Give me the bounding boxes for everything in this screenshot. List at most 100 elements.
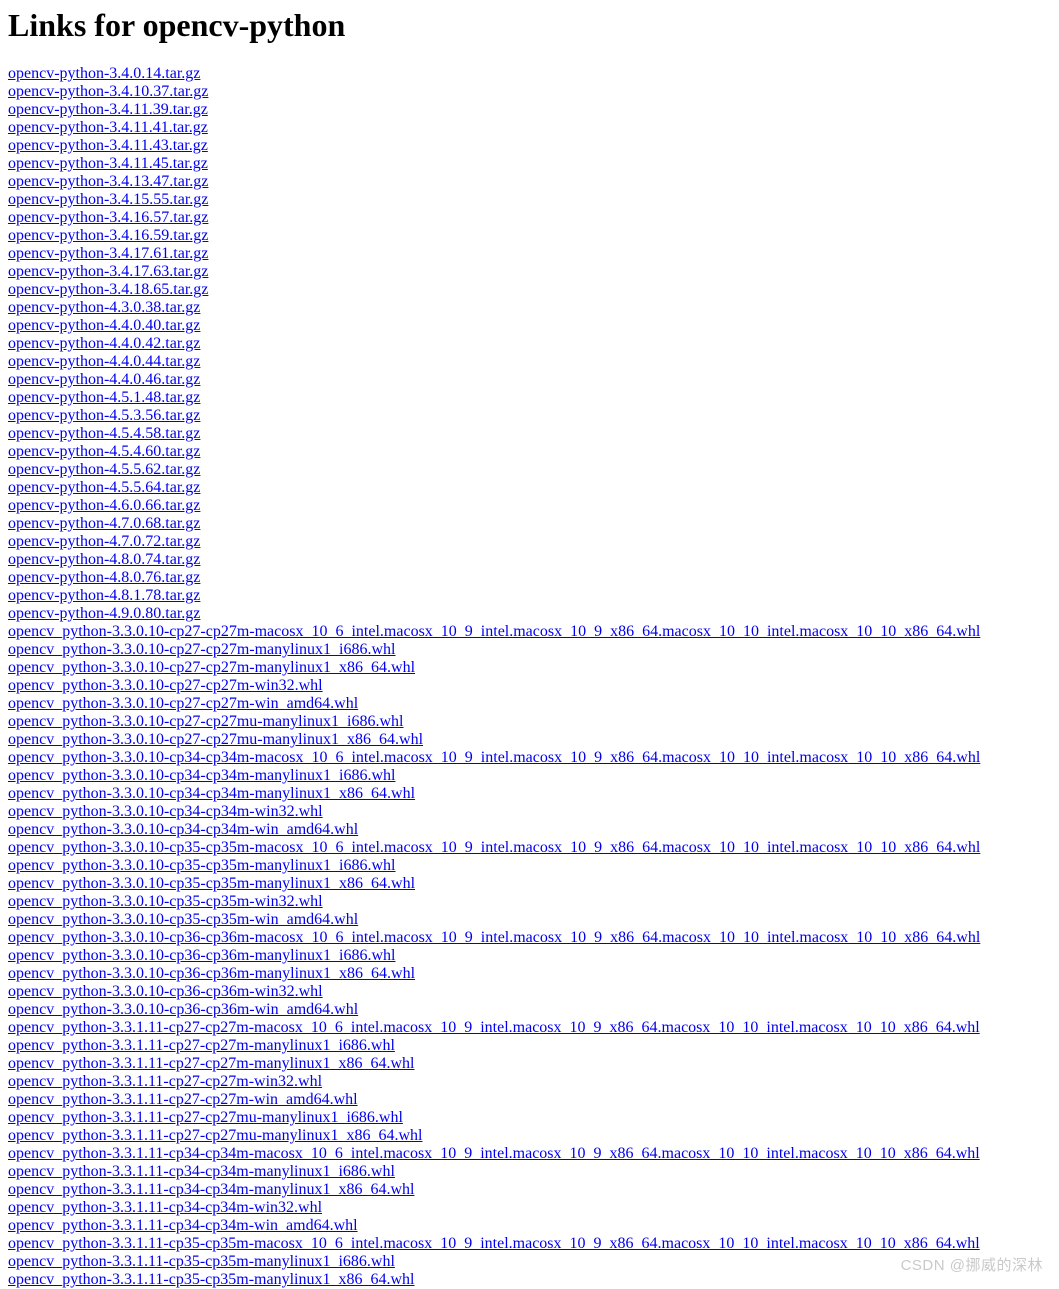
list-item: opencv-python-3.4.17.61.tar.gz	[8, 245, 1051, 263]
package-link[interactable]: opencv-python-3.4.0.14.tar.gz	[8, 65, 200, 82]
package-link[interactable]: opencv_python-3.3.1.11-cp34-cp34m-manyli…	[8, 1181, 414, 1198]
package-link[interactable]: opencv_python-3.3.0.10-cp35-cp35m-win32.…	[8, 893, 323, 910]
package-link[interactable]: opencv_python-3.3.0.10-cp36-cp36m-win_am…	[8, 1001, 358, 1018]
package-link[interactable]: opencv_python-3.3.1.11-cp34-cp34m-win32.…	[8, 1199, 322, 1216]
package-link[interactable]: opencv_python-3.3.0.10-cp27-cp27mu-manyl…	[8, 731, 423, 748]
package-link[interactable]: opencv_python-3.3.0.10-cp27-cp27m-manyli…	[8, 641, 396, 658]
package-link[interactable]: opencv_python-3.3.1.11-cp27-cp27m-manyli…	[8, 1037, 395, 1054]
package-link[interactable]: opencv_python-3.3.0.10-cp27-cp27mu-manyl…	[8, 713, 404, 730]
package-link[interactable]: opencv_python-3.3.0.10-cp35-cp35m-manyli…	[8, 857, 396, 874]
list-item: opencv_python-3.3.1.11-cp27-cp27mu-manyl…	[8, 1127, 1051, 1145]
package-link[interactable]: opencv_python-3.3.1.11-cp27-cp27m-manyli…	[8, 1055, 414, 1072]
package-link[interactable]: opencv_python-3.3.0.10-cp27-cp27m-macosx…	[8, 623, 980, 640]
package-link[interactable]: opencv_python-3.3.0.10-cp27-cp27m-manyli…	[8, 659, 415, 676]
package-link[interactable]: opencv-python-3.4.17.61.tar.gz	[8, 245, 208, 262]
package-link[interactable]: opencv_python-3.3.0.10-cp36-cp36m-macosx…	[8, 929, 980, 946]
list-item: opencv_python-3.3.1.11-cp35-cp35m-manyli…	[8, 1253, 1051, 1271]
list-item: opencv_python-3.3.1.11-cp27-cp27m-win32.…	[8, 1073, 1051, 1091]
package-link[interactable]: opencv-python-4.4.0.42.tar.gz	[8, 335, 200, 352]
list-item: opencv-python-4.6.0.66.tar.gz	[8, 497, 1051, 515]
package-link[interactable]: opencv-python-4.5.1.48.tar.gz	[8, 389, 200, 406]
package-link[interactable]: opencv_python-3.3.1.11-cp27-cp27m-win_am…	[8, 1091, 358, 1108]
package-link[interactable]: opencv-python-4.5.5.62.tar.gz	[8, 461, 200, 478]
package-link[interactable]: opencv_python-3.3.0.10-cp35-cp35m-win_am…	[8, 911, 358, 928]
list-item: opencv_python-3.3.1.11-cp27-cp27m-manyli…	[8, 1055, 1051, 1073]
list-item: opencv-python-3.4.11.41.tar.gz	[8, 119, 1051, 137]
package-link[interactable]: opencv-python-4.5.4.60.tar.gz	[8, 443, 200, 460]
package-link[interactable]: opencv-python-4.6.0.66.tar.gz	[8, 497, 200, 514]
package-link[interactable]: opencv_python-3.3.1.11-cp27-cp27m-macosx…	[8, 1019, 980, 1036]
package-link[interactable]: opencv_python-3.3.0.10-cp36-cp36m-manyli…	[8, 947, 396, 964]
list-item: opencv_python-3.3.0.10-cp34-cp34m-win32.…	[8, 803, 1051, 821]
package-link[interactable]: opencv-python-4.4.0.40.tar.gz	[8, 317, 200, 334]
package-link[interactable]: opencv_python-3.3.1.11-cp27-cp27mu-manyl…	[8, 1109, 403, 1126]
list-item: opencv-python-3.4.15.55.tar.gz	[8, 191, 1051, 209]
package-link[interactable]: opencv_python-3.3.1.11-cp27-cp27mu-manyl…	[8, 1127, 422, 1144]
list-item: opencv-python-3.4.17.63.tar.gz	[8, 263, 1051, 281]
package-link[interactable]: opencv_python-3.3.1.11-cp34-cp34m-manyli…	[8, 1163, 395, 1180]
page-body: Links for opencv-python opencv-python-3.…	[0, 0, 1059, 1289]
package-link[interactable]: opencv_python-3.3.1.11-cp35-cp35m-manyli…	[8, 1253, 395, 1270]
package-link[interactable]: opencv-python-4.5.4.58.tar.gz	[8, 425, 200, 442]
package-link[interactable]: opencv-python-4.3.0.38.tar.gz	[8, 299, 200, 316]
package-link[interactable]: opencv_python-3.3.0.10-cp27-cp27m-win_am…	[8, 695, 358, 712]
package-link[interactable]: opencv_python-3.3.0.10-cp27-cp27m-win32.…	[8, 677, 323, 694]
list-item: opencv_python-3.3.1.11-cp27-cp27m-manyli…	[8, 1037, 1051, 1055]
list-item: opencv_python-3.3.0.10-cp36-cp36m-manyli…	[8, 947, 1051, 965]
list-item: opencv-python-4.5.5.64.tar.gz	[8, 479, 1051, 497]
package-link[interactable]: opencv-python-4.4.0.46.tar.gz	[8, 371, 200, 388]
list-item: opencv_python-3.3.0.10-cp36-cp36m-manyli…	[8, 965, 1051, 983]
package-link[interactable]: opencv_python-3.3.0.10-cp35-cp35m-macosx…	[8, 839, 980, 856]
list-item: opencv_python-3.3.0.10-cp36-cp36m-win_am…	[8, 1001, 1051, 1019]
package-link[interactable]: opencv-python-3.4.15.55.tar.gz	[8, 191, 208, 208]
package-link[interactable]: opencv-python-4.4.0.44.tar.gz	[8, 353, 200, 370]
list-item: opencv_python-3.3.0.10-cp27-cp27mu-manyl…	[8, 713, 1051, 731]
package-link[interactable]: opencv_python-3.3.0.10-cp34-cp34m-manyli…	[8, 785, 415, 802]
list-item: opencv-python-4.4.0.44.tar.gz	[8, 353, 1051, 371]
package-link[interactable]: opencv-python-4.8.1.78.tar.gz	[8, 587, 200, 604]
list-item: opencv_python-3.3.1.11-cp34-cp34m-win32.…	[8, 1199, 1051, 1217]
list-item: opencv_python-3.3.1.11-cp35-cp35m-macosx…	[8, 1235, 1051, 1253]
package-link[interactable]: opencv_python-3.3.1.11-cp35-cp35m-manyli…	[8, 1271, 414, 1288]
list-item: opencv_python-3.3.1.11-cp35-cp35m-manyli…	[8, 1271, 1051, 1289]
package-link[interactable]: opencv-python-3.4.11.43.tar.gz	[8, 137, 208, 154]
package-link[interactable]: opencv-python-4.5.3.56.tar.gz	[8, 407, 200, 424]
package-link[interactable]: opencv-python-3.4.16.59.tar.gz	[8, 227, 208, 244]
list-item: opencv_python-3.3.0.10-cp34-cp34m-manyli…	[8, 767, 1051, 785]
list-item: opencv-python-4.4.0.46.tar.gz	[8, 371, 1051, 389]
list-item: opencv-python-3.4.11.45.tar.gz	[8, 155, 1051, 173]
package-link[interactable]: opencv-python-4.9.0.80.tar.gz	[8, 605, 200, 622]
package-link[interactable]: opencv_python-3.3.0.10-cp34-cp34m-manyli…	[8, 767, 396, 784]
package-link[interactable]: opencv_python-3.3.1.11-cp34-cp34m-macosx…	[8, 1145, 980, 1162]
list-item: opencv_python-3.3.0.10-cp27-cp27m-win32.…	[8, 677, 1051, 695]
package-link[interactable]: opencv-python-4.8.0.74.tar.gz	[8, 551, 200, 568]
package-link[interactable]: opencv-python-3.4.11.39.tar.gz	[8, 101, 208, 118]
package-link[interactable]: opencv-python-3.4.11.45.tar.gz	[8, 155, 208, 172]
package-link[interactable]: opencv_python-3.3.0.10-cp35-cp35m-manyli…	[8, 875, 415, 892]
list-item: opencv_python-3.3.0.10-cp34-cp34m-macosx…	[8, 749, 1051, 767]
list-item: opencv_python-3.3.0.10-cp35-cp35m-win32.…	[8, 893, 1051, 911]
package-link[interactable]: opencv-python-3.4.18.65.tar.gz	[8, 281, 208, 298]
package-link[interactable]: opencv-python-3.4.11.41.tar.gz	[8, 119, 208, 136]
package-link[interactable]: opencv-python-4.7.0.68.tar.gz	[8, 515, 200, 532]
package-link[interactable]: opencv_python-3.3.1.11-cp27-cp27m-win32.…	[8, 1073, 322, 1090]
package-link[interactable]: opencv-python-4.8.0.76.tar.gz	[8, 569, 200, 586]
package-link[interactable]: opencv-python-3.4.16.57.tar.gz	[8, 209, 208, 226]
package-link[interactable]: opencv_python-3.3.1.11-cp34-cp34m-win_am…	[8, 1217, 358, 1234]
package-link[interactable]: opencv-python-3.4.10.37.tar.gz	[8, 83, 208, 100]
list-item: opencv_python-3.3.0.10-cp27-cp27m-win_am…	[8, 695, 1051, 713]
package-link[interactable]: opencv-python-4.5.5.64.tar.gz	[8, 479, 200, 496]
package-link[interactable]: opencv_python-3.3.0.10-cp36-cp36m-win32.…	[8, 983, 323, 1000]
package-link[interactable]: opencv-python-3.4.13.47.tar.gz	[8, 173, 208, 190]
package-link[interactable]: opencv_python-3.3.1.11-cp35-cp35m-macosx…	[8, 1235, 980, 1252]
page-title: Links for opencv-python	[8, 7, 346, 43]
package-link[interactable]: opencv_python-3.3.0.10-cp34-cp34m-win_am…	[8, 821, 358, 838]
package-link[interactable]: opencv-python-3.4.17.63.tar.gz	[8, 263, 208, 280]
package-link[interactable]: opencv_python-3.3.0.10-cp36-cp36m-manyli…	[8, 965, 415, 982]
list-item: opencv_python-3.3.1.11-cp34-cp34m-manyli…	[8, 1181, 1051, 1199]
package-link[interactable]: opencv-python-4.7.0.72.tar.gz	[8, 533, 200, 550]
package-link[interactable]: opencv_python-3.3.0.10-cp34-cp34m-macosx…	[8, 749, 980, 766]
list-item: opencv-python-4.5.1.48.tar.gz	[8, 389, 1051, 407]
package-link[interactable]: opencv_python-3.3.0.10-cp34-cp34m-win32.…	[8, 803, 323, 820]
list-item: opencv_python-3.3.0.10-cp36-cp36m-macosx…	[8, 929, 1051, 947]
